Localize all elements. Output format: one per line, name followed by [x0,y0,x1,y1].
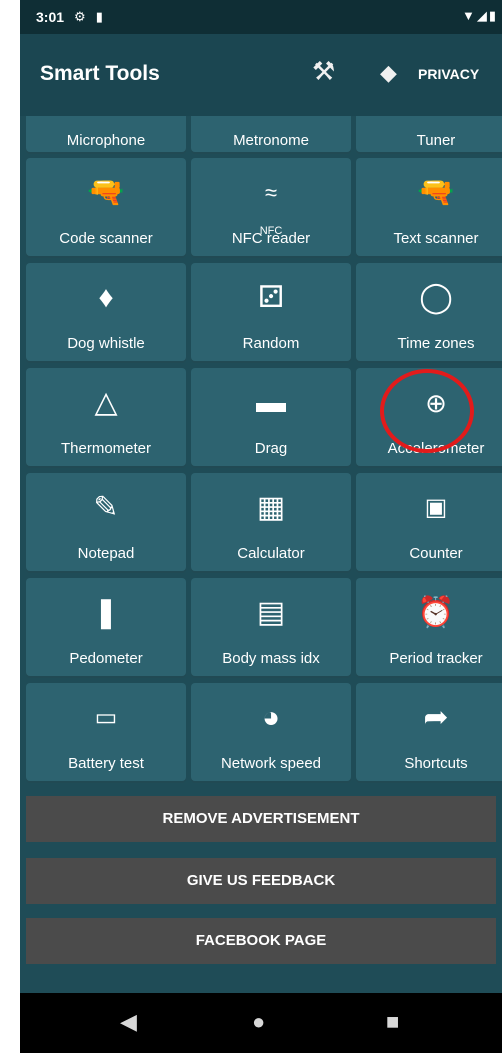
privacy-button[interactable]: PRIVACY [418,66,479,82]
share-icon: ➦ [423,701,449,734]
tool-tile-metronome[interactable]: Metronome [191,116,351,154]
sd-card-icon: ▮ [95,9,103,24]
tile-label: Drag [254,440,288,457]
give-feedback-button[interactable]: GIVE US FEEDBACK [26,858,496,904]
tile-label: Pedometer [69,650,143,667]
tool-tile-period-tracker[interactable]: ⏰ Period tracker [356,578,502,678]
tool-tile-shortcuts[interactable]: ➦ Shortcuts [356,683,502,783]
tool-tile-drag[interactable]: ▬ Drag [191,368,351,468]
status-bar: 3:01 ⚙ ▮ ▼◢▮ [20,0,502,34]
tile-label: Dog whistle [67,335,145,352]
whistle-icon: ♦ [98,281,114,314]
tool-tile-random[interactable]: ⚂ Random [191,263,351,363]
tile-label: NFC reader [231,230,311,247]
back-icon[interactable]: ◀ [120,1009,137,1035]
tool-tile-counter[interactable]: ▣ Counter [356,473,502,573]
system-status-icons: ▼◢▮ [462,8,498,24]
globe-icon: ◯ [419,281,453,314]
tile-label: Code scanner [59,230,153,247]
tile-label: Metronome [233,132,309,149]
dice-icon: ⚂ [257,281,285,314]
recents-icon[interactable]: ■ [386,1009,399,1035]
tile-label: Notepad [77,545,135,562]
app-title: Smart Tools [40,62,160,85]
accelerometer-icon: ⊕ [425,388,447,418]
signal-icon: ◢ [476,8,489,23]
tool-tile-text-scanner[interactable]: 🔫 Text scanner [356,158,502,258]
tool-tile-notepad[interactable]: ✎ Notepad [26,473,186,573]
gear-icon: ⚙ [74,9,86,24]
car-icon: ▬ [256,386,286,419]
battery-icon: ▮ [488,8,498,23]
tool-tile-nfc-reader[interactable]: ≈ NFC NFC reader [191,158,351,258]
tool-tile-battery-test[interactable]: ▭ Battery test [26,683,186,783]
tile-label: Tuner [416,132,456,149]
tile-label: Shortcuts [404,755,468,772]
tile-label: Accelerometer [387,440,485,457]
footsteps-icon: ❚ [93,596,119,629]
tile-label: Battery test [68,755,144,772]
tile-label: Body mass idx [222,650,320,667]
tool-tile-tuner[interactable]: Tuner [356,116,502,154]
phone-screen: 3:01 ⚙ ▮ ▼◢▮ Smart Tools ⚒ ◆ PRIVACY Mic… [20,0,502,1053]
wrench-icon[interactable]: ⚒ [312,56,335,87]
tool-tile-pedometer[interactable]: ❚ Pedometer [26,578,186,678]
edit-icon: ✎ [93,491,119,524]
tile-label: Network speed [220,755,322,772]
speedometer-icon: ◕ [261,701,281,734]
tool-tile-accelerometer[interactable]: ⊕ Accelerometer [356,368,502,468]
navigation-bar: ◀ ● ■ [20,993,502,1053]
tool-tile-thermometer[interactable]: △ Thermometer [26,368,186,468]
facebook-page-button[interactable]: FACEBOOK PAGE [26,918,496,964]
tile-label: Text scanner [393,230,479,247]
tool-tile-code-scanner[interactable]: 🔫 Code scanner [26,158,186,258]
tools-grid[interactable]: Microphone Metronome Tuner 🔫 Code scanne… [20,116,502,793]
tile-label: Random [242,335,300,352]
home-icon[interactable]: ● [252,1009,265,1035]
app-bar: Smart Tools ⚒ ◆ PRIVACY [20,34,502,116]
direction-icon[interactable]: ◆ [380,60,397,86]
barcode-scanner-icon: 🔫 [87,176,125,209]
tool-tile-network-speed[interactable]: ◕ Network speed [191,683,351,783]
tile-label: Time zones [397,335,475,352]
tile-label: Counter [409,545,463,562]
tile-label: Calculator [237,545,305,562]
tile-label: Microphone [66,132,146,149]
tile-label: Period tracker [389,650,483,667]
wifi-icon: ▼ [461,8,477,23]
counter-icon: ▣ [424,494,448,521]
text-scanner-icon: 🔫 [417,176,455,209]
status-time: 3:01 [36,9,65,25]
battery-icon: ▭ [94,704,118,731]
tool-tile-time-zones[interactable]: ◯ Time zones [356,263,502,363]
tool-tile-calculator[interactable]: ▦ Calculator [191,473,351,573]
scale-icon: ▤ [256,596,286,629]
alarm-clock-icon: ⏰ [417,596,455,629]
thermometer-icon: △ [94,386,118,419]
calculator-icon: ▦ [256,491,286,524]
remove-advertisement-button[interactable]: REMOVE ADVERTISEMENT [26,796,496,842]
tool-tile-dog-whistle[interactable]: ♦ Dog whistle [26,263,186,363]
tool-tile-body-mass-idx[interactable]: ▤ Body mass idx [191,578,351,678]
tile-label: Thermometer [60,440,152,457]
tool-tile-microphone[interactable]: Microphone [26,116,186,154]
